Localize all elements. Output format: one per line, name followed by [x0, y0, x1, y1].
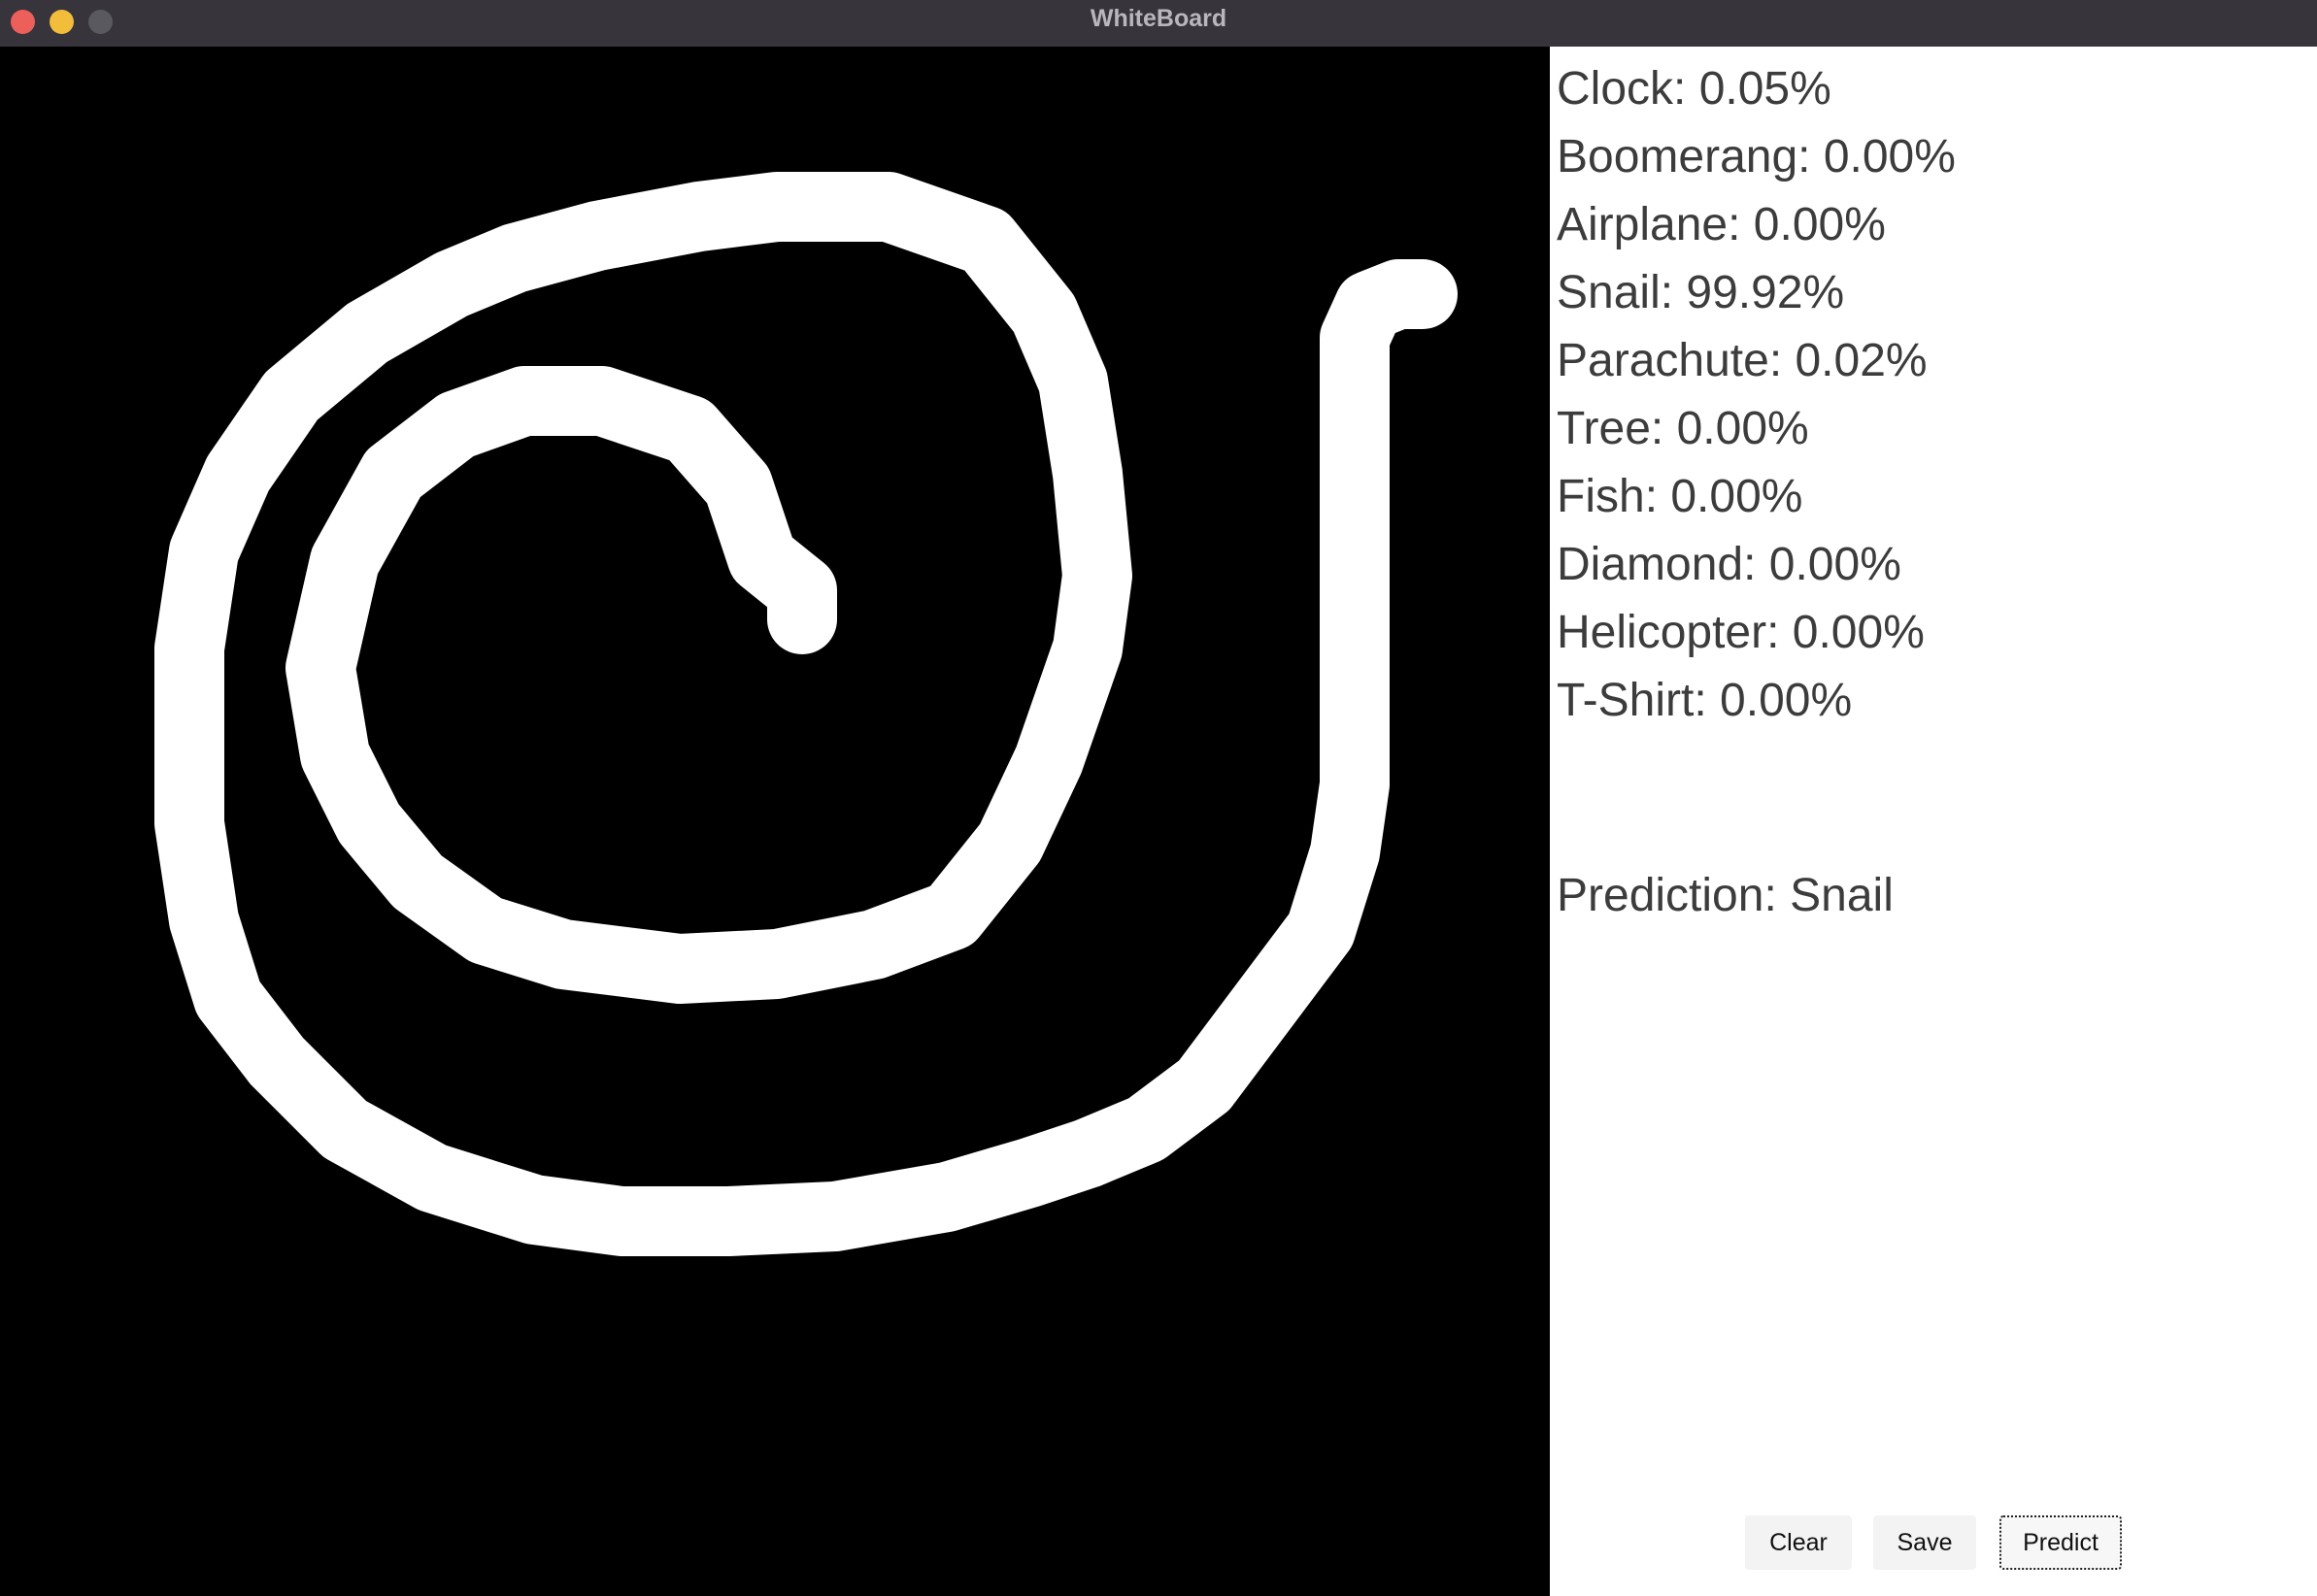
score-label: Helicopter: [1557, 607, 1767, 658]
score-label: Tree: [1557, 403, 1651, 454]
score-clock: Clock: 0.05%: [1557, 63, 1831, 115]
score-value: 0.00%: [1792, 607, 1925, 658]
score-airplane: Airplane: 0.00%: [1557, 199, 1886, 250]
score-value: 0.00%: [1823, 131, 1956, 183]
snail-drawing-stroke: [154, 172, 1458, 1256]
score-label: Parachute: [1557, 335, 1769, 386]
score-fish: Fish: 0.00%: [1557, 471, 1803, 522]
score-label: Diamond: [1557, 539, 1744, 590]
score-value: 99.92%: [1686, 267, 1845, 318]
prediction-label: Prediction: [1557, 870, 1764, 921]
score-value: 0.00%: [1753, 199, 1886, 250]
score-value: 0.00%: [1676, 403, 1809, 454]
save-button[interactable]: Save: [1873, 1515, 1976, 1570]
score-value: 0.00%: [1670, 471, 1803, 522]
score-label: Airplane: [1557, 199, 1729, 250]
score-value: 0.00%: [1768, 539, 1901, 590]
prediction-value: Snail: [1790, 870, 1894, 921]
score-label: Clock: [1557, 63, 1674, 115]
predict-button[interactable]: Predict: [1999, 1515, 2122, 1570]
score-diamond: Diamond: 0.00%: [1557, 539, 1901, 590]
title-bar: WhiteBoard: [0, 0, 2317, 48]
score-value: 0.00%: [1720, 675, 1853, 726]
score-tree: Tree: 0.00%: [1557, 403, 1809, 454]
score-value: 0.05%: [1698, 63, 1831, 115]
score-boomerang: Boomerang: 0.00%: [1557, 131, 1956, 183]
score-parachute: Parachute: 0.02%: [1557, 335, 1928, 386]
window-title: WhiteBoard: [1090, 5, 1227, 32]
score-tshirt: T-Shirt: 0.00%: [1557, 675, 1853, 726]
score-label: T-Shirt: [1557, 675, 1695, 726]
drawing-surface[interactable]: [0, 47, 1550, 1596]
score-value: 0.02%: [1795, 335, 1928, 386]
clear-button[interactable]: Clear: [1745, 1515, 1852, 1570]
prediction-result: Prediction: Snail: [1557, 870, 1894, 921]
app-window: WhiteBoard Clock: 0.05% Boomerang: 0.00%…: [0, 0, 2317, 1596]
score-snail: Snail: 99.92%: [1557, 267, 1845, 318]
score-label: Snail: [1557, 267, 1661, 318]
prediction-panel: Clock: 0.05% Boomerang: 0.00% Airplane: …: [1550, 47, 2317, 1596]
drawing-canvas[interactable]: [0, 47, 1550, 1596]
class-score-list: Clock: 0.05% Boomerang: 0.00% Airplane: …: [1557, 55, 1956, 735]
score-label: Boomerang: [1557, 131, 1798, 183]
score-helicopter: Helicopter: 0.00%: [1557, 607, 1925, 658]
score-label: Fish: [1557, 471, 1645, 522]
